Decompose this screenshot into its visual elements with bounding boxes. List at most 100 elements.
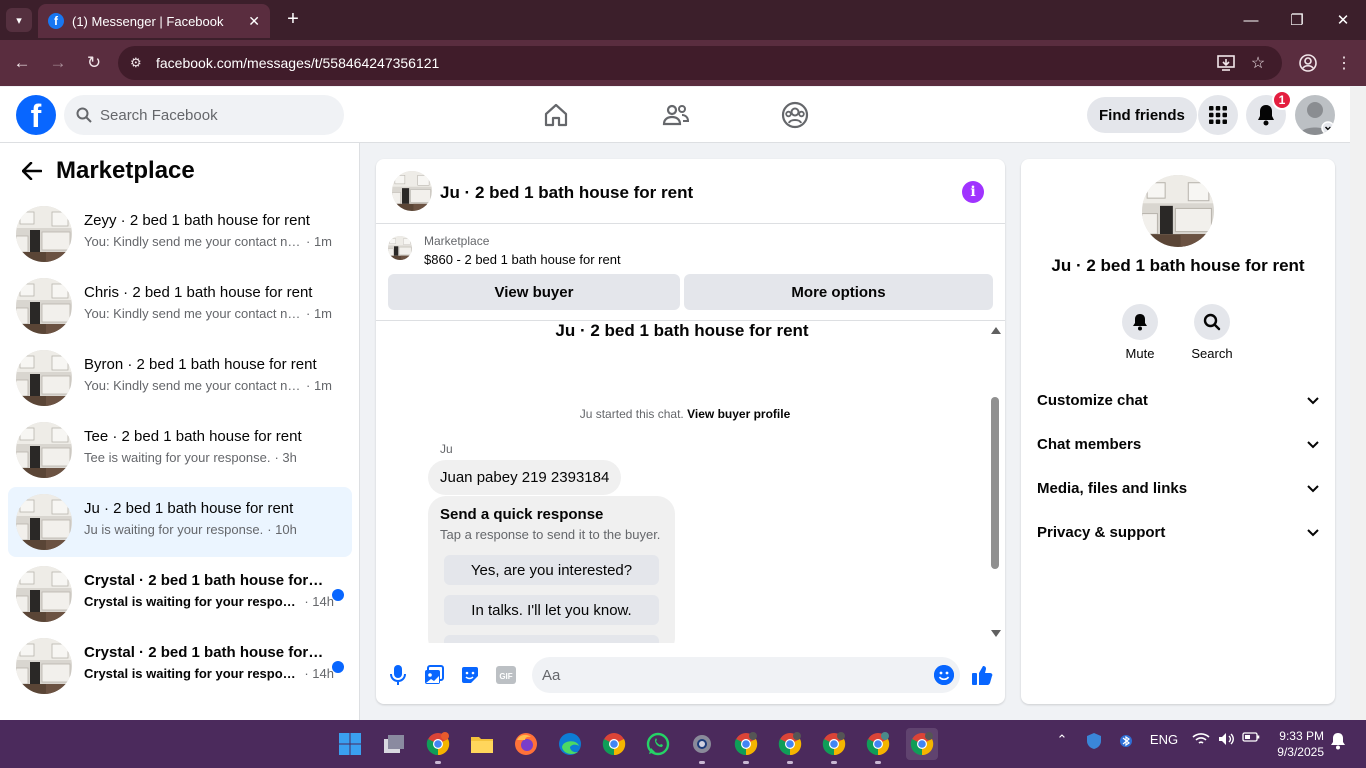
facebook-logo[interactable]: f — [16, 95, 56, 135]
conversation-item[interactable]: Crystal · 2 bed 1 bath house for r... Cry… — [8, 559, 352, 629]
conversation-item[interactable]: Chris · 2 bed 1 bath house for rent You: … — [8, 271, 352, 341]
security-shield-icon[interactable] — [1084, 732, 1104, 750]
more-options-button[interactable]: More options — [684, 274, 993, 310]
search-action[interactable]: Search — [1182, 304, 1242, 361]
wifi-icon[interactable] — [1190, 732, 1212, 746]
install-app-icon[interactable] — [1214, 51, 1238, 75]
new-tab-button[interactable]: + — [282, 8, 304, 30]
thread-scrollbar[interactable] — [988, 325, 1002, 643]
conversation-preview: Crystal is waiting for your respon... · 1… — [84, 594, 334, 609]
section-label: Privacy & support — [1037, 523, 1166, 541]
mute-action[interactable]: Mute — [1110, 304, 1170, 361]
language-indicator[interactable]: ENG — [1148, 732, 1180, 747]
thumbs-up-icon[interactable] — [970, 663, 994, 687]
account-avatar[interactable] — [1295, 95, 1335, 135]
browser-menu-icon[interactable]: ⋮ — [1332, 51, 1356, 75]
windows-taskbar: ⌃ ENG 9:33 PM 9/3/2025 — [0, 720, 1366, 768]
chrome-profile-app-icon[interactable] — [862, 728, 894, 764]
message-input-wrapper[interactable] — [532, 657, 960, 693]
conversation-item[interactable]: Byron · 2 bed 1 bath house for rent You: … — [8, 343, 352, 413]
conversation-item[interactable]: Tee · 2 bed 1 bath house for rent Tee is … — [8, 415, 352, 485]
address-bar[interactable]: ⚙ facebook.com/messages/t/55846424735612… — [118, 46, 1282, 80]
tab-close-icon[interactable]: ✕ — [248, 13, 260, 30]
whatsapp-icon[interactable] — [642, 728, 674, 760]
chrome-profile-app-icon[interactable] — [730, 728, 762, 764]
conversation-preview: Crystal is waiting for your respon... · 1… — [84, 666, 334, 681]
listing-price-title[interactable]: $860 - 2 bed 1 bath house for rent — [424, 252, 621, 267]
scroll-up-arrow-icon[interactable] — [991, 327, 1001, 334]
bookmark-star-icon[interactable]: ☆ — [1246, 51, 1270, 75]
browser-tab-strip: ▾ f (1) Messenger | Facebook ✕ + — ❐ ✕ — [0, 0, 1366, 40]
conversation-item[interactable]: Crystal · 2 bed 1 bath house for r... Cry… — [8, 631, 352, 701]
chat-listing-thumbnail[interactable] — [392, 171, 432, 211]
back-button[interactable]: ← — [10, 51, 34, 75]
chrome-profile-app-icon[interactable] — [774, 728, 806, 764]
info-icon[interactable]: i — [962, 181, 984, 203]
minimize-button[interactable]: — — [1236, 8, 1266, 32]
clock-date: 9/3/2025 — [1277, 745, 1324, 759]
restore-button[interactable]: ❐ — [1282, 8, 1312, 32]
notification-center-bell-icon[interactable] — [1328, 732, 1348, 750]
chrome-profile-app-icon[interactable] — [818, 728, 850, 764]
message-thread: Ju · 2 bed 1 bath house for rent Ju star… — [376, 321, 1005, 643]
conversation-snippet: Crystal is waiting for your respon... — [84, 666, 301, 681]
site-info-icon[interactable]: ⚙ — [130, 55, 150, 71]
search-input[interactable] — [100, 106, 320, 124]
find-friends-button[interactable]: Find friends — [1087, 97, 1197, 133]
conversation-item[interactable]: Ju · 2 bed 1 bath house for rent Ju is wa… — [8, 487, 352, 557]
photo-icon[interactable] — [422, 663, 446, 687]
chat-members-section[interactable]: Chat members — [1037, 432, 1319, 456]
view-buyer-profile-link[interactable]: View buyer profile — [687, 407, 790, 421]
page-scrollbar[interactable] — [1350, 87, 1366, 720]
back-arrow-icon[interactable] — [20, 159, 44, 183]
home-icon[interactable] — [540, 99, 572, 131]
chrome-icon[interactable] — [598, 728, 630, 760]
profile-icon[interactable] — [1296, 51, 1320, 75]
volume-icon[interactable] — [1216, 732, 1238, 746]
emoji-icon[interactable] — [934, 665, 954, 685]
reload-button[interactable]: ↻ — [82, 51, 106, 75]
firefox-icon[interactable] — [510, 728, 542, 760]
gif-icon[interactable]: GIF — [494, 663, 518, 687]
tab-search-button[interactable]: ▾ — [6, 8, 32, 32]
browser-tab-active[interactable]: f (1) Messenger | Facebook ✕ — [38, 4, 270, 38]
settings-app-icon[interactable] — [686, 728, 718, 764]
quick-response-button[interactable]: Yes, are you interested? — [444, 555, 659, 585]
scroll-down-arrow-icon[interactable] — [991, 630, 1001, 637]
message-bubble[interactable]: Juan pabey 219 2393184 — [428, 460, 622, 495]
chrome-profile-app-icon[interactable] — [906, 728, 938, 760]
task-view-icon[interactable] — [378, 728, 410, 760]
facebook-search[interactable] — [64, 95, 344, 135]
windows-start-icon[interactable] — [334, 728, 366, 760]
microphone-icon[interactable] — [386, 663, 410, 687]
media-files-links-section[interactable]: Media, files and links — [1037, 476, 1319, 500]
chrome-profile-app-icon[interactable] — [422, 728, 454, 764]
menu-grid-icon[interactable] — [1198, 95, 1238, 135]
forward-button[interactable]: → — [46, 51, 70, 75]
privacy-support-section[interactable]: Privacy & support — [1037, 520, 1319, 544]
conversation-time: · 14h — [304, 594, 334, 609]
listing-photo[interactable] — [1142, 175, 1214, 247]
bluetooth-icon[interactable] — [1116, 732, 1136, 750]
quick-response-button[interactable]: In talks. I'll let you know. — [444, 595, 659, 625]
quick-response-button-partial[interactable] — [444, 635, 659, 643]
section-label: Customize chat — [1037, 391, 1148, 409]
view-buyer-button[interactable]: View buyer — [388, 274, 680, 310]
conversation-item[interactable]: Zeyy · 2 bed 1 bath house for rent You: K… — [8, 199, 352, 269]
file-explorer-icon[interactable] — [466, 728, 498, 760]
chat-title[interactable]: Ju · 2 bed 1 bath house for rent — [440, 183, 693, 203]
sticker-icon[interactable] — [458, 663, 482, 687]
close-window-button[interactable]: ✕ — [1328, 8, 1358, 32]
message-input[interactable] — [542, 666, 902, 684]
customize-chat-section[interactable]: Customize chat — [1037, 388, 1319, 412]
conversation-thumbnail — [16, 206, 72, 262]
groups-icon[interactable] — [779, 99, 811, 131]
conversation-title: Crystal · 2 bed 1 bath house for r... — [84, 572, 324, 589]
system-clock[interactable]: 9:33 PM 9/3/2025 — [1268, 728, 1324, 760]
friends-icon[interactable] — [660, 99, 692, 131]
show-hidden-icons-chevron-up-icon[interactable]: ⌃ — [1052, 732, 1072, 748]
edge-icon[interactable] — [554, 728, 586, 760]
listing-thumbnail[interactable] — [388, 236, 412, 260]
scrollbar-thumb[interactable] — [991, 397, 999, 569]
battery-icon[interactable] — [1240, 732, 1262, 742]
